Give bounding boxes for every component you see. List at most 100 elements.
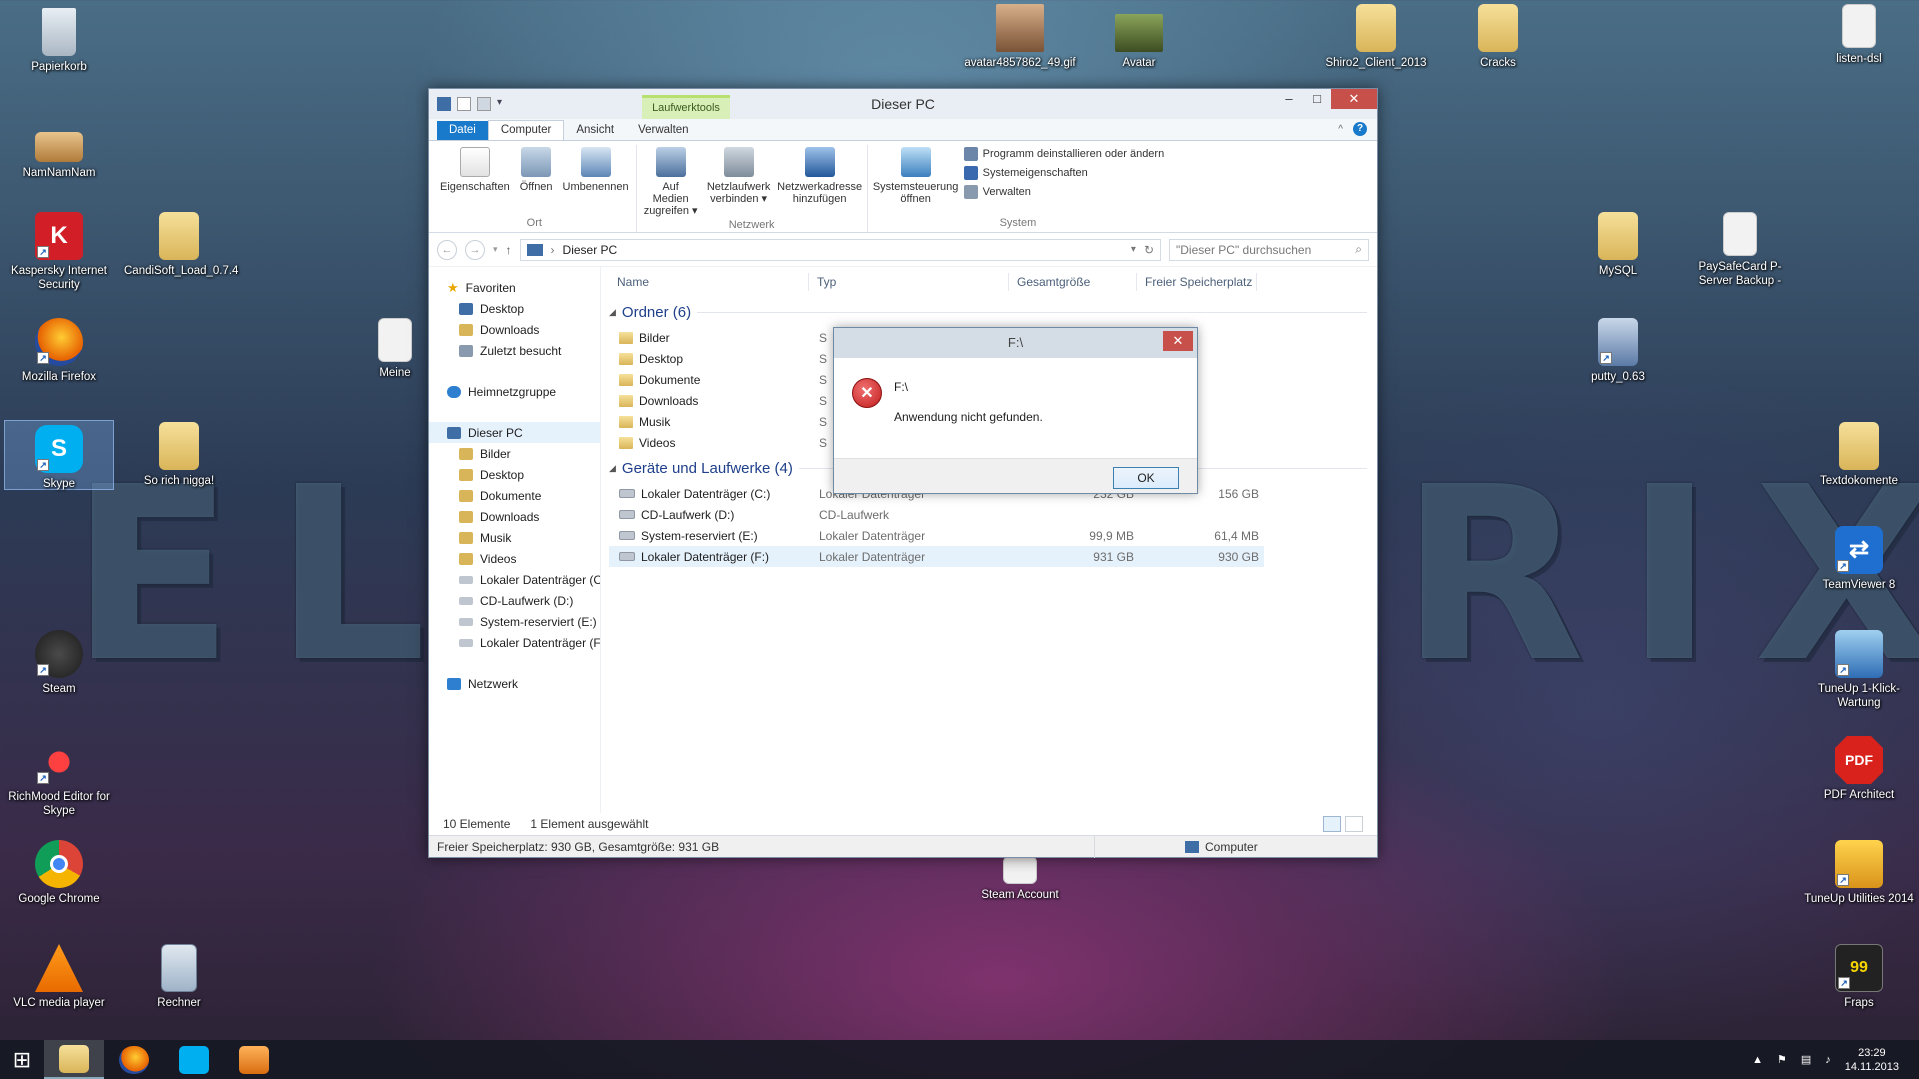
nav-item-drive-f[interactable]: Lokaler Datenträger (F: bbox=[429, 632, 600, 653]
desktop-icon-candisoft[interactable]: CandiSoft_Load_0.7.4 bbox=[124, 212, 239, 278]
eigenschaften-button[interactable]: Eigenschaften bbox=[437, 145, 513, 217]
start-button[interactable]: ⊞ bbox=[0, 1040, 44, 1079]
manage-icon bbox=[963, 185, 978, 199]
recent-locations-icon[interactable]: ▾ bbox=[493, 244, 498, 255]
large-icons-view-button[interactable] bbox=[1345, 816, 1363, 832]
desktop-icon-fraps[interactable]: 99 ↗ Fraps bbox=[1804, 944, 1914, 1010]
desktop-icon-skype[interactable]: S ↗ Skype bbox=[4, 420, 114, 490]
desktop-icon-avatar-gif[interactable]: avatar4857862_49.gif bbox=[963, 4, 1077, 70]
tab-datei[interactable]: Datei bbox=[437, 121, 488, 140]
desktop-icon-richmood[interactable]: ↗ RichMood Editor for Skype bbox=[4, 738, 114, 818]
column-header-typ[interactable]: Typ bbox=[809, 273, 1009, 291]
desktop-icon-steam-account[interactable]: Steam Account bbox=[963, 856, 1077, 902]
nav-dieser-pc[interactable]: Dieser PC bbox=[429, 422, 600, 443]
nav-netzwerk[interactable]: Netzwerk bbox=[429, 673, 600, 694]
taskbar-media-player[interactable] bbox=[224, 1040, 284, 1079]
taskbar-firefox[interactable] bbox=[104, 1040, 164, 1079]
desktop-icon-chrome[interactable]: Google Chrome bbox=[4, 840, 114, 906]
back-button[interactable]: ← bbox=[437, 239, 457, 260]
address-dropdown-icon[interactable]: ▾ bbox=[1131, 244, 1136, 255]
drive-row[interactable]: CD-Laufwerk (D:) CD-Laufwerk bbox=[609, 504, 1377, 525]
close-button[interactable]: ✕ bbox=[1331, 89, 1377, 109]
desktop-icon-namnamnam[interactable]: NamNamNam bbox=[4, 122, 114, 180]
column-header-name[interactable]: Name bbox=[609, 273, 809, 291]
systemsteuerung-oeffnen-button[interactable]: Systemsteuerung öffnen bbox=[872, 145, 960, 217]
clock[interactable]: 23:29 14.11.2013 bbox=[1845, 1046, 1899, 1074]
systemeigenschaften-button[interactable]: Systemeigenschaften bbox=[963, 166, 1165, 180]
tab-ansicht[interactable]: Ansicht bbox=[564, 121, 626, 140]
nav-item-musik[interactable]: Musik bbox=[429, 527, 600, 548]
group-header-ordner[interactable]: ◢ Ordner (6) bbox=[609, 297, 1377, 327]
group-label: Geräte und Laufwerke (4) bbox=[621, 459, 793, 477]
umbenennen-button[interactable]: Umbenennen bbox=[560, 145, 632, 217]
nav-favoriten[interactable]: ★ Favoriten bbox=[429, 277, 600, 298]
address-bar[interactable]: › Dieser PC ▾ ↻ bbox=[519, 238, 1161, 261]
dialog-close-button[interactable]: ✕ bbox=[1163, 331, 1193, 351]
maximize-button[interactable]: □ bbox=[1303, 89, 1331, 109]
auf-medien-zugreifen-button[interactable]: Auf Medien zugreifen ▾ bbox=[641, 145, 701, 219]
nav-item-bilder[interactable]: Bilder bbox=[429, 443, 600, 464]
drive-row[interactable]: System-reserviert (E:) Lokaler Datenträge… bbox=[609, 525, 1377, 546]
action-center-flag-icon[interactable]: ⚑ bbox=[1777, 1053, 1787, 1066]
nav-item-drive-d[interactable]: CD-Laufwerk (D:) bbox=[429, 590, 600, 611]
nav-item-downloads-pc[interactable]: Downloads bbox=[429, 506, 600, 527]
taskbar-explorer[interactable] bbox=[44, 1040, 104, 1079]
nav-item-desktop[interactable]: Desktop bbox=[429, 298, 600, 319]
desktop-icon-putty[interactable]: ↗ putty_0.63 bbox=[1563, 318, 1673, 384]
desktop-icon-steam[interactable]: ↗ Steam bbox=[4, 630, 114, 696]
details-view-button[interactable] bbox=[1323, 816, 1341, 832]
breadcrumb[interactable]: Dieser PC bbox=[563, 243, 618, 257]
taskbar-skype[interactable] bbox=[164, 1040, 224, 1079]
show-hidden-icons-icon[interactable]: ▲ bbox=[1752, 1054, 1763, 1066]
desktop-icon-textdokomente[interactable]: Textdokomente bbox=[1804, 422, 1914, 488]
nav-item-videos[interactable]: Videos bbox=[429, 548, 600, 569]
refresh-icon[interactable]: ↻ bbox=[1144, 243, 1154, 257]
desktop-icon-kaspersky[interactable]: K ↗ Kaspersky Internet Security bbox=[4, 212, 114, 292]
tab-verwalten[interactable]: Verwalten bbox=[626, 121, 701, 140]
desktop-icon-cracks[interactable]: Cracks bbox=[1443, 4, 1553, 70]
image-icon bbox=[1115, 14, 1163, 52]
desktop-icon-label: CandiSoft_Load_0.7.4 bbox=[124, 265, 239, 277]
desktop-icon-mysql[interactable]: MySQL bbox=[1563, 212, 1673, 278]
nav-item-drive-e[interactable]: System-reserviert (E:) bbox=[429, 611, 600, 632]
desktop-icon-avatar[interactable]: Avatar bbox=[1084, 14, 1194, 70]
column-header-freier-speicherplatz[interactable]: Freier Speicherplatz bbox=[1137, 273, 1257, 291]
column-header-gesamtgroesse[interactable]: Gesamtgröße bbox=[1009, 273, 1137, 291]
nav-item-drive-c[interactable]: Lokaler Datenträger (C bbox=[429, 569, 600, 590]
drive-row-selected[interactable]: Lokaler Datenträger (F:) Lokaler Datenträ… bbox=[609, 546, 1264, 567]
nav-item-desktop-pc[interactable]: Desktop bbox=[429, 464, 600, 485]
tab-computer[interactable]: Computer bbox=[487, 120, 565, 140]
oeffnen-button[interactable]: Öffnen bbox=[517, 145, 556, 217]
minimize-button[interactable]: – bbox=[1275, 89, 1303, 109]
desktop-icon-tuneup-2014[interactable]: ↗ TuneUp Utilities 2014 bbox=[1804, 840, 1914, 906]
nav-heimnetzgruppe[interactable]: Heimnetzgruppe bbox=[429, 381, 600, 402]
desktop-icon-meine[interactable]: Meine bbox=[370, 318, 420, 380]
desktop-icon-rechner[interactable]: Rechner bbox=[124, 944, 234, 1010]
desktop-icon-paysafecard[interactable]: PaySafeCard P-Server Backup - bbox=[1684, 212, 1796, 288]
desktop-icon-teamviewer[interactable]: ⇄ ↗ TeamViewer 8 bbox=[1804, 526, 1914, 592]
desktop-icon-so-rich[interactable]: So rich nigga! bbox=[124, 422, 234, 488]
nav-item-dokumente[interactable]: Dokumente bbox=[429, 485, 600, 506]
collapse-ribbon-icon[interactable]: ^ bbox=[1338, 124, 1343, 135]
forward-button[interactable]: → bbox=[465, 239, 485, 260]
network-icon[interactable]: ▤ bbox=[1801, 1053, 1811, 1066]
search-input[interactable]: "Dieser PC" durchsuchen ⌕ bbox=[1169, 238, 1369, 261]
desktop-icon-listen-dsl[interactable]: listen-dsl bbox=[1804, 4, 1914, 66]
programm-deinstallieren-button[interactable]: Programm deinstallieren oder ändern bbox=[963, 147, 1164, 161]
volume-icon[interactable]: ♪ bbox=[1825, 1054, 1831, 1066]
netzlaufwerk-verbinden-button[interactable]: Netzlaufwerk verbinden ▾ bbox=[705, 145, 773, 219]
help-icon[interactable]: ? bbox=[1353, 122, 1367, 136]
up-button[interactable]: ↑ bbox=[506, 243, 512, 257]
desktop-icon-pdf-architect[interactable]: PDF PDF Architect bbox=[1804, 736, 1914, 802]
desktop-icon-shiro2[interactable]: Shiro2_Client_2013 bbox=[1321, 4, 1431, 70]
desktop-icon-vlc[interactable]: VLC media player bbox=[4, 944, 114, 1010]
nav-item-downloads[interactable]: Downloads bbox=[429, 319, 600, 340]
desktop-icon-papierkorb[interactable]: Papierkorb bbox=[4, 8, 114, 74]
error-dialog: F:\ ✕ ✕ F:\ Anwendung nicht gefunden. OK bbox=[833, 327, 1198, 494]
desktop-icon-firefox[interactable]: ↗ Mozilla Firefox bbox=[4, 318, 114, 384]
ok-button[interactable]: OK bbox=[1113, 467, 1179, 489]
netzwerkadresse-hinzufuegen-button[interactable]: Netzwerkadresse hinzufügen bbox=[777, 145, 863, 219]
verwalten-button[interactable]: Verwalten bbox=[963, 185, 1165, 199]
desktop-icon-tuneup-1klick[interactable]: ↗ TuneUp 1-Klick-Wartung bbox=[1804, 630, 1914, 710]
nav-item-zuletzt-besucht[interactable]: Zuletzt besucht bbox=[429, 340, 600, 361]
